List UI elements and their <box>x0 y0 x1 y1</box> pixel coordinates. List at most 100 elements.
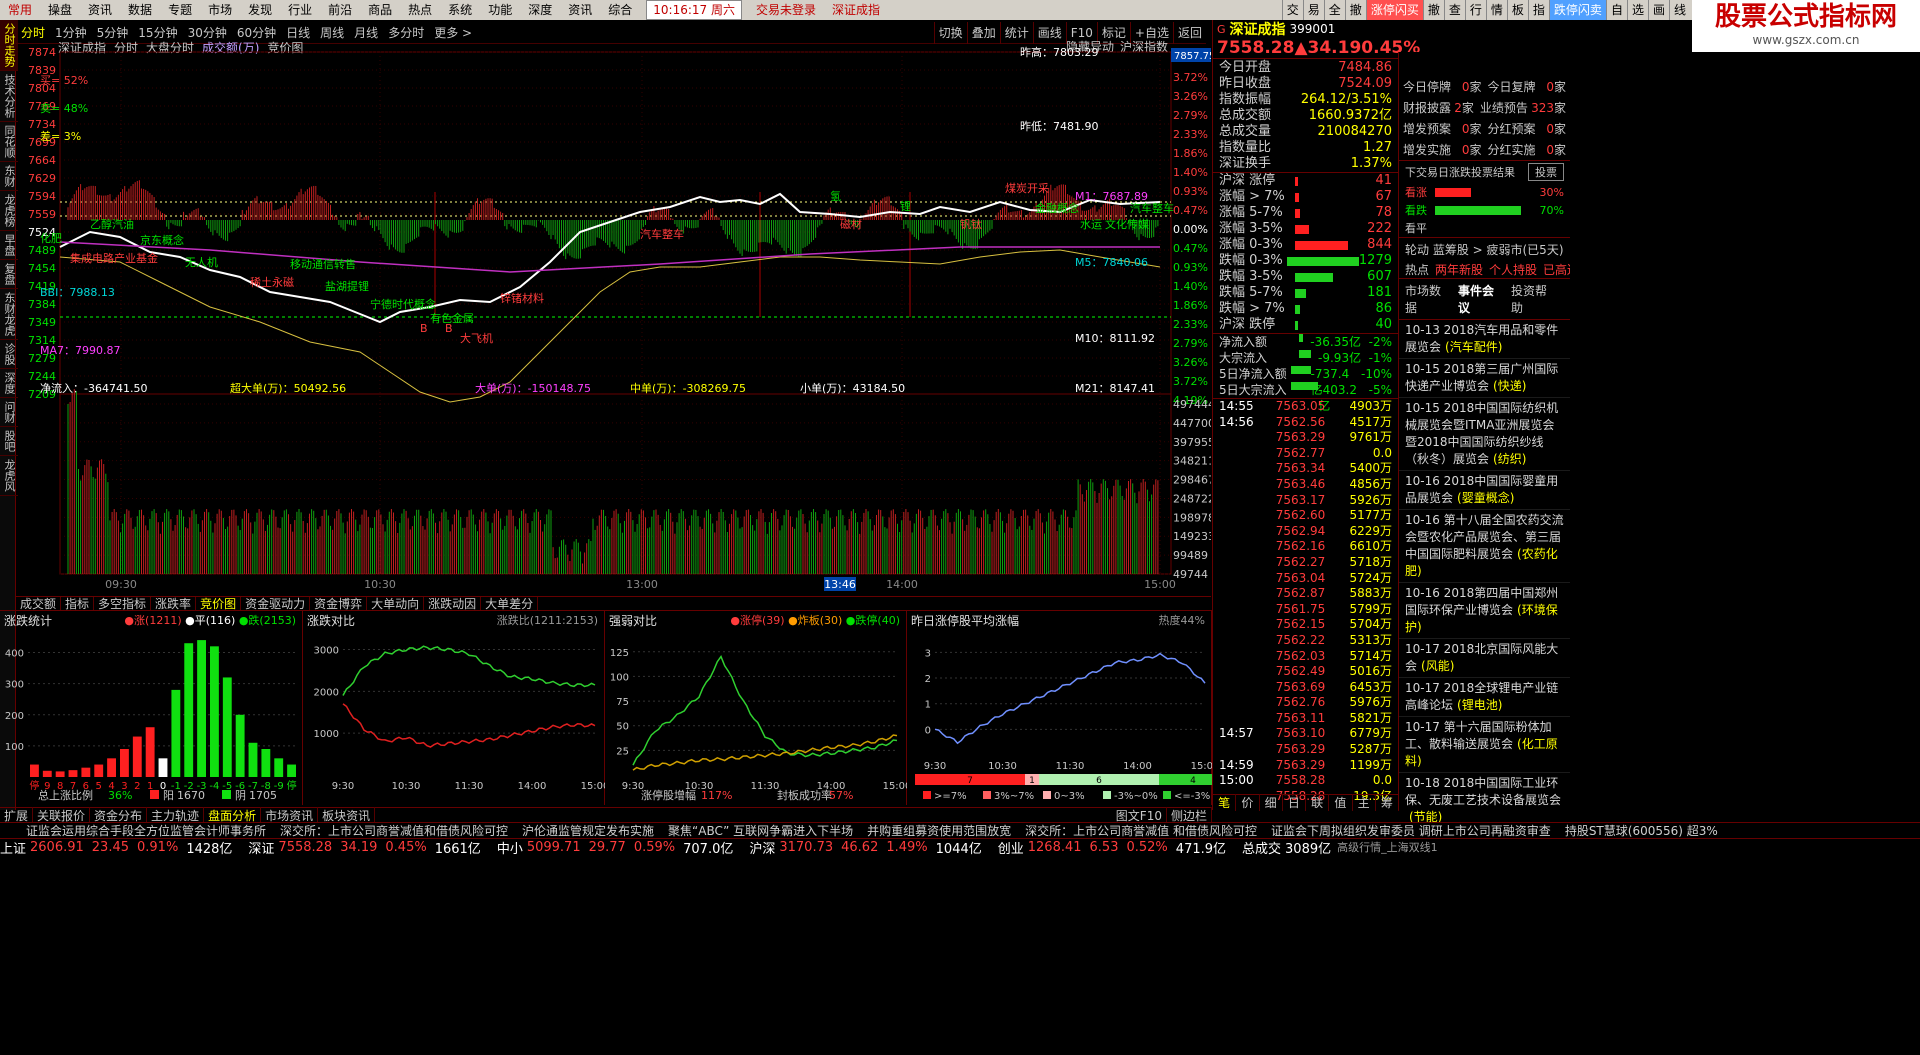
period-0[interactable]: 分时 <box>16 22 50 44</box>
sub-tab-5[interactable]: 市场资讯 <box>261 806 319 824</box>
vote-button[interactable]: 投票 <box>1528 163 1564 181</box>
f10-button[interactable]: 图文F10 <box>1112 806 1167 824</box>
hot-topic-3[interactable]: 已高送转 <box>1543 261 1570 278</box>
indicator-tab-1[interactable]: 指标 <box>61 596 95 611</box>
indicator-tab-9[interactable]: 大单差分 <box>481 596 539 611</box>
quote-tab-3[interactable]: 日 <box>1283 794 1306 811</box>
quote-tab-1[interactable]: 价 <box>1236 794 1260 811</box>
index-item-2[interactable]: 中小 5099.71 29.77 0.59% 707.0亿 <box>497 839 740 856</box>
period-7[interactable]: 周线 <box>315 22 349 44</box>
toolbar-button-2[interactable]: 全 <box>1323 0 1345 20</box>
menu-item-2[interactable]: 资讯 <box>80 0 120 20</box>
toolbar-button-0[interactable]: 交 <box>1281 0 1303 20</box>
period-8[interactable]: 月线 <box>349 22 383 44</box>
indicator-tab-8[interactable]: 涨跌动因 <box>424 596 482 611</box>
quote-tab-5[interactable]: 值 <box>1329 794 1353 811</box>
menu-item-11[interactable]: 系统 <box>440 0 480 20</box>
toolbar-button-11[interactable]: 跌停闪卖 <box>1548 0 1606 20</box>
period-tool-7[interactable]: 返回 <box>1172 22 1206 44</box>
toolbar-button-9[interactable]: 板 <box>1506 0 1528 20</box>
ticker-item-4[interactable]: 并购重组募资使用范围放宽 <box>867 823 1011 838</box>
indicator-tab-2[interactable]: 多空指标 <box>94 596 152 611</box>
toolbar-button-1[interactable]: 易 <box>1302 0 1324 20</box>
menu-item-0[interactable]: 常用 <box>0 0 40 20</box>
index-item-1[interactable]: 深证 7558.28 34.19 0.45% 1661亿 <box>248 839 486 856</box>
quote-tab-7[interactable]: 筹 <box>1376 794 1399 811</box>
connection-status[interactable]: 高级行情_上海双线1 <box>1337 839 1438 855</box>
ticker-item-0[interactable]: 证监会运用综合手段全方位监管会计师事务所 <box>26 823 266 838</box>
indicator-tab-6[interactable]: 资金博弈 <box>310 596 368 611</box>
menu-item-15[interactable]: 综合 <box>600 0 640 20</box>
info-tab-1[interactable]: 事件会议 <box>1458 282 1501 316</box>
toolbar-button-6[interactable]: 查 <box>1443 0 1465 20</box>
index-item-3[interactable]: 沪深 3170.73 46.62 1.49% 1044亿 <box>749 839 987 856</box>
event-item[interactable]: 10-17 第十六届国际粉体加工、散料输送展览会 (化工原料) <box>1399 717 1570 773</box>
indicator-tab-4[interactable]: 竞价图 <box>196 596 242 611</box>
event-item[interactable]: 10-16 第十八届全国农药交流会暨农化产品展览会、第三届中国国际肥料展览会 (农… <box>1399 510 1570 583</box>
menu-item-1[interactable]: 操盘 <box>40 0 80 20</box>
toolbar-button-3[interactable]: 撤 <box>1344 0 1366 20</box>
toolbar-button-7[interactable]: 行 <box>1464 0 1486 20</box>
menu-item-13[interactable]: 深度 <box>520 0 560 20</box>
index-item-4[interactable]: 创业 1268.41 6.53 0.52% 471.9亿 <box>998 839 1232 856</box>
toolbar-button-12[interactable]: 自 <box>1605 0 1627 20</box>
ticker-item-2[interactable]: 沪伦通监管规定发布实施 <box>522 823 654 838</box>
quote-tab-6[interactable]: 主 <box>1353 794 1376 811</box>
period-tool-3[interactable]: 画线 <box>1032 22 1066 44</box>
toolbar-button-8[interactable]: 情 <box>1485 0 1507 20</box>
current-index-name[interactable]: 深证成指 <box>824 0 888 20</box>
indicator-tab-5[interactable]: 资金驱动力 <box>241 596 311 611</box>
ticker-item-3[interactable]: 聚焦“ABC” 互联网争霸进入下半场 <box>668 823 853 838</box>
period-10[interactable]: 更多 > <box>429 22 477 44</box>
indicator-tab-0[interactable]: 成交额 <box>16 596 62 611</box>
event-item[interactable]: 10-15 2018第三届广州国际快递产业博览会 (快递) <box>1399 359 1570 398</box>
event-item[interactable]: 10-16 2018第四届中国郑州国际环保产业博览会 (环境保护) <box>1399 583 1570 639</box>
quote-tab-4[interactable]: 联 <box>1306 794 1330 811</box>
toolbar-button-13[interactable]: 选 <box>1626 0 1648 20</box>
toolbar-button-5[interactable]: 撤 <box>1422 0 1444 20</box>
sub-tab-2[interactable]: 资金分布 <box>90 806 148 824</box>
ticker-item-7[interactable]: 持股ST慧球(600556) 超3% <box>1565 823 1718 838</box>
sub-tab-4[interactable]: 盘面分析 <box>204 806 262 824</box>
quote-tab-0[interactable]: 笔 <box>1213 794 1237 811</box>
sidebar-button[interactable]: 侧边栏 <box>1167 806 1212 824</box>
sub-tab-0[interactable]: 扩展 <box>0 806 34 824</box>
event-item[interactable]: 10-18 2018中国国际工业环保、无废工艺技术设备展览会(节能) <box>1399 773 1570 829</box>
quote-tab-2[interactable]: 细 <box>1260 794 1283 811</box>
menu-item-4[interactable]: 专题 <box>160 0 200 20</box>
period-tool-2[interactable]: 统计 <box>999 22 1033 44</box>
event-item[interactable]: 10-16 2018中国国际婴童用品展览会 (婴童概念) <box>1399 471 1570 510</box>
info-tab-0[interactable]: 市场数据 <box>1405 282 1448 316</box>
menu-item-5[interactable]: 市场 <box>200 0 240 20</box>
event-item[interactable]: 10-13 2018汽车用品和零件展览会 (汽车配件) <box>1399 320 1570 359</box>
menu-item-7[interactable]: 行业 <box>280 0 320 20</box>
hot-topic-2[interactable]: 个人持股 <box>1489 261 1537 278</box>
toolbar-button-10[interactable]: 指 <box>1527 0 1549 20</box>
menu-item-3[interactable]: 数据 <box>120 0 160 20</box>
menu-item-10[interactable]: 热点 <box>400 0 440 20</box>
sub-tab-1[interactable]: 关联报价 <box>33 806 91 824</box>
indicator-tab-3[interactable]: 涨跌率 <box>151 596 197 611</box>
trade-status[interactable]: 交易未登录 <box>748 0 824 20</box>
event-item[interactable]: 10-17 2018全球锂电产业链高峰论坛 (锂电池) <box>1399 678 1570 717</box>
menu-item-8[interactable]: 前沿 <box>320 0 360 20</box>
menu-item-12[interactable]: 功能 <box>480 0 520 20</box>
toolbar-button-14[interactable]: 画 <box>1647 0 1669 20</box>
sub-tab-3[interactable]: 主力轨迹 <box>147 806 205 824</box>
index-item-0[interactable]: 上证 2606.91 23.45 0.91% 1428亿 <box>0 839 238 856</box>
ticker-item-5[interactable]: 深交所：上市公司商誉减值 和借债风险可控 <box>1025 823 1257 838</box>
sub-tab-6[interactable]: 板块资讯 <box>318 806 376 824</box>
hot-topic-1[interactable]: 两年新股 <box>1435 261 1483 278</box>
info-tab-2[interactable]: 投资帮助 <box>1511 282 1554 316</box>
period-tool-0[interactable]: 切换 <box>933 22 967 44</box>
period-tool-1[interactable]: 叠加 <box>966 22 1000 44</box>
menu-item-9[interactable]: 商品 <box>360 0 400 20</box>
intraday-chart[interactable]: 7874783978047769773476997664762975947559… <box>16 44 1211 600</box>
event-item[interactable]: 10-17 2018北京国际风能大会 (风能) <box>1399 639 1570 678</box>
menu-item-14[interactable]: 资讯 <box>560 0 600 20</box>
ticker-item-1[interactable]: 深交所：上市公司商誉减值和借债风险可控 <box>280 823 508 838</box>
period-9[interactable]: 多分时 <box>383 22 429 44</box>
indicator-tab-7[interactable]: 大单动向 <box>367 596 425 611</box>
menu-item-6[interactable]: 发现 <box>240 0 280 20</box>
toolbar-button-15[interactable]: 线 <box>1668 0 1690 20</box>
